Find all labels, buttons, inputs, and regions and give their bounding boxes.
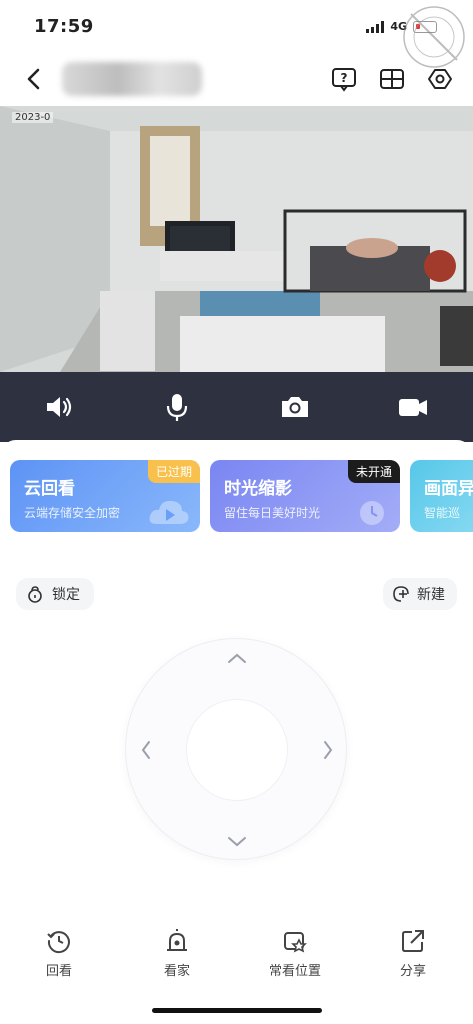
snapshot-camera-icon[interactable]	[278, 390, 312, 424]
ptz-center-button[interactable]	[186, 699, 288, 801]
home-indicator[interactable]	[152, 1008, 322, 1013]
card-subtitle: 云端存储安全加密	[24, 506, 121, 520]
back-button[interactable]	[20, 64, 48, 94]
camera-scene-image	[0, 106, 473, 372]
new-position-button[interactable]: 新建	[383, 578, 457, 610]
cloud-play-icon	[149, 500, 189, 524]
card-title: 云回看	[24, 479, 75, 499]
nav-playback[interactable]: 回看	[19, 928, 99, 984]
video-control-bar	[0, 372, 473, 442]
multi-view-icon[interactable]	[379, 66, 405, 92]
chevron-right-icon[interactable]	[316, 738, 340, 762]
video-timestamp: 2023-0	[12, 112, 54, 123]
speaker-icon[interactable]	[42, 390, 76, 424]
header: ?	[0, 52, 473, 106]
playback-clock-icon	[47, 931, 70, 954]
nav-label: 分享	[399, 964, 426, 979]
lock-label: 锁定	[52, 587, 80, 603]
new-label: 新建	[417, 587, 445, 603]
header-actions: ?	[331, 66, 453, 92]
favorite-position-icon	[284, 932, 307, 953]
microphone-icon[interactable]	[160, 390, 194, 424]
nav-home-guard[interactable]: 看家	[137, 928, 217, 984]
card-title: 画面异	[424, 479, 473, 499]
chevron-up-icon[interactable]	[225, 647, 249, 671]
nav-label: 看家	[163, 964, 190, 979]
nav-label: 回看	[45, 964, 72, 979]
motion-detect-card[interactable]: 画面异 智能巡	[410, 460, 473, 532]
add-icon	[393, 586, 409, 602]
card-subtitle: 智能巡	[424, 506, 461, 520]
status-badge: 已过期	[147, 460, 200, 483]
cloud-playback-card[interactable]: 云回看 云端存储安全加密 已过期	[10, 460, 200, 532]
nav-share[interactable]: 分享	[373, 928, 453, 984]
status-badge: 未开通	[347, 460, 400, 483]
share-icon	[402, 930, 424, 952]
card-subtitle: 留住每日美好时光	[224, 506, 321, 520]
ptz-joystick[interactable]	[125, 638, 347, 860]
device-name-blurred	[62, 62, 202, 96]
record-video-icon[interactable]	[396, 390, 430, 424]
nav-label: 常看位置	[268, 964, 321, 979]
svg-text:?: ?	[341, 71, 348, 85]
camera-video-feed[interactable]: 2023-0	[0, 106, 473, 372]
lock-button[interactable]: 锁定	[16, 578, 94, 610]
chevron-down-icon[interactable]	[225, 829, 249, 853]
settings-icon[interactable]	[427, 66, 453, 92]
card-title: 时光缩影	[224, 479, 292, 499]
clock-icon	[360, 501, 384, 525]
help-icon[interactable]: ?	[331, 66, 357, 92]
nav-favorite-positions[interactable]: 常看位置	[255, 928, 335, 984]
bottom-nav: 回看 看家 常看位置 分享	[0, 928, 473, 988]
status-time: 17:59	[34, 16, 94, 37]
unlock-icon	[28, 586, 42, 603]
timelapse-card[interactable]: 时光缩影 留住每日美好时光 未开通	[210, 460, 400, 532]
signal-icon	[366, 20, 385, 33]
alarm-light-icon	[167, 929, 187, 951]
chevron-left-icon[interactable]	[134, 738, 158, 762]
